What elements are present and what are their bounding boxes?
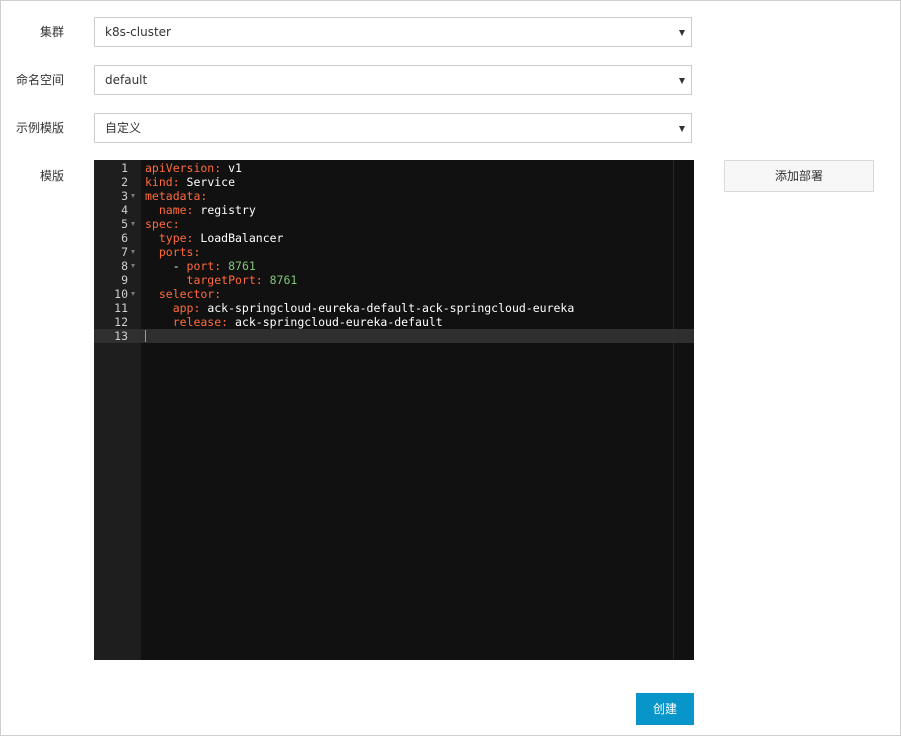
editor-line[interactable]: 2 kind: Service bbox=[94, 175, 694, 189]
yaml-number: 8761 bbox=[262, 273, 298, 287]
line-number: 1 bbox=[121, 161, 128, 175]
yaml-value: LoadBalancer bbox=[193, 231, 284, 245]
line-number: 8 bbox=[121, 259, 128, 273]
line-number: 9 bbox=[121, 273, 128, 287]
text-cursor bbox=[145, 330, 146, 342]
editor-line[interactable]: 8 - port: 8761 bbox=[94, 259, 694, 273]
add-deployment-button[interactable]: 添加部署 bbox=[724, 160, 874, 192]
yaml-value: v1 bbox=[221, 161, 242, 175]
yaml-key: targetPort: bbox=[145, 273, 263, 287]
yaml-value: Service bbox=[179, 175, 236, 189]
namespace-select-value: default bbox=[105, 73, 148, 87]
line-number: 2 bbox=[121, 175, 128, 189]
sample-template-label: 示例模版 bbox=[15, 121, 64, 135]
line-number: 6 bbox=[121, 231, 128, 245]
line-number: 13 bbox=[94, 329, 128, 343]
template-label: 模版 bbox=[39, 169, 64, 183]
editor-line[interactable]: 11 app: ack-springcloud-eureka-default-a… bbox=[94, 301, 694, 315]
yaml-key: app: bbox=[145, 301, 201, 315]
fold-toggle-icon[interactable] bbox=[131, 264, 135, 268]
chevron-down-icon bbox=[679, 30, 685, 36]
yaml-value: ack-springcloud-eureka-default-ack-sprin… bbox=[200, 301, 575, 315]
editor-line[interactable]: 10 selector: bbox=[94, 287, 694, 301]
yaml-value: - bbox=[145, 259, 187, 273]
line-code: app: ack-springcloud-eureka-default-ack-… bbox=[145, 301, 575, 315]
sample-template-select[interactable]: 自定义 bbox=[94, 113, 692, 143]
line-code: ports: bbox=[145, 245, 201, 259]
editor-line[interactable]: 5 spec: bbox=[94, 217, 694, 231]
editor-line[interactable]: 1 apiVersion: v1 bbox=[94, 161, 694, 175]
yaml-value: registry bbox=[193, 203, 256, 217]
line-code: - port: 8761 bbox=[145, 259, 256, 273]
editor-line[interactable]: 6 type: LoadBalancer bbox=[94, 231, 694, 245]
yaml-number: 8761 bbox=[221, 259, 256, 273]
line-code: release: ack-springcloud-eureka-default bbox=[145, 315, 443, 329]
yaml-key: kind: bbox=[145, 175, 180, 189]
yaml-key: name: bbox=[145, 203, 194, 217]
line-number: 7 bbox=[121, 245, 128, 259]
line-number: 12 bbox=[114, 315, 128, 329]
yaml-key: apiVersion: bbox=[145, 161, 222, 175]
editor-line[interactable]: 3 metadata: bbox=[94, 189, 694, 203]
editor-line[interactable]: 4 name: registry bbox=[94, 203, 694, 217]
editor-line[interactable]: 13 bbox=[94, 329, 694, 343]
yaml-key: metadata: bbox=[145, 189, 208, 203]
chevron-down-icon bbox=[679, 78, 685, 84]
line-number: 3 bbox=[121, 189, 128, 203]
yaml-code-editor[interactable]: 1 apiVersion: v1 2 kind: Service 3 metadata: 4… bbox=[94, 160, 694, 660]
yaml-key: type: bbox=[145, 231, 194, 245]
yaml-key: ports: bbox=[145, 245, 201, 259]
line-number: 11 bbox=[114, 301, 128, 315]
yaml-key: port: bbox=[186, 259, 222, 273]
fold-toggle-icon[interactable] bbox=[131, 222, 135, 226]
line-code: type: LoadBalancer bbox=[145, 231, 284, 245]
line-code: metadata: bbox=[145, 189, 207, 203]
cluster-select-value: k8s-cluster bbox=[105, 25, 171, 39]
cluster-select[interactable]: k8s-cluster bbox=[94, 17, 692, 47]
line-code: targetPort: 8761 bbox=[145, 273, 298, 287]
yaml-value: ack-springcloud-eureka-default bbox=[228, 315, 443, 329]
line-code: kind: Service bbox=[145, 175, 235, 189]
chevron-down-icon bbox=[679, 126, 685, 132]
yaml-key: release: bbox=[145, 315, 229, 329]
line-number: 10 bbox=[114, 287, 128, 301]
yaml-key: selector: bbox=[145, 287, 222, 301]
editor-line[interactable]: 7 ports: bbox=[94, 245, 694, 259]
create-button[interactable]: 创建 bbox=[636, 693, 694, 725]
editor-line[interactable]: 9 targetPort: 8761 bbox=[94, 273, 694, 287]
namespace-select[interactable]: default bbox=[94, 65, 692, 95]
line-code: apiVersion: v1 bbox=[145, 161, 242, 175]
editor-line[interactable]: 12 release: ack-springcloud-eureka-defau… bbox=[94, 315, 694, 329]
namespace-label: 命名空间 bbox=[15, 73, 64, 87]
line-number: 4 bbox=[121, 203, 128, 217]
cluster-label: 集群 bbox=[39, 25, 64, 39]
line-code: name: registry bbox=[145, 203, 256, 217]
line-number: 5 bbox=[121, 217, 128, 231]
line-code: spec: bbox=[145, 217, 180, 231]
fold-toggle-icon[interactable] bbox=[131, 250, 135, 254]
fold-toggle-icon[interactable] bbox=[131, 292, 135, 296]
fold-toggle-icon[interactable] bbox=[131, 194, 135, 198]
line-code: selector: bbox=[145, 287, 221, 301]
sample-template-select-value: 自定义 bbox=[105, 121, 142, 135]
yaml-key: spec: bbox=[145, 217, 180, 231]
